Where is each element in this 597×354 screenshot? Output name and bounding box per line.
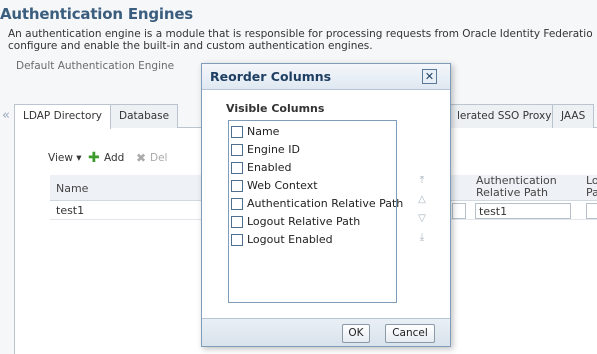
column-header-logout[interactable]: Lo Pa: [586, 175, 597, 199]
tab-label: JAAS: [561, 110, 586, 122]
delete-button: Del: [150, 152, 168, 164]
column-checkbox[interactable]: [231, 198, 243, 210]
view-menu-button[interactable]: View ▾: [48, 152, 82, 164]
cell-field[interactable]: [452, 203, 466, 219]
tab-label: lerated SSO Proxy: [457, 110, 552, 122]
column-header-name[interactable]: Name: [56, 182, 88, 195]
column-label: Engine ID: [247, 143, 300, 156]
visible-columns-label: Visible Columns: [226, 102, 325, 115]
move-up-icon: △: [418, 194, 426, 205]
column-label: Logout Relative Path: [247, 215, 361, 228]
description-line-1: An authentication engine is a module tha…: [8, 28, 593, 40]
column-label: Authentication Relative Path: [247, 197, 404, 210]
move-bottom-icon: ⤓: [419, 232, 425, 243]
delete-icon: ✖: [136, 151, 147, 165]
description-line-2: configure and enable the built-in and cu…: [8, 40, 373, 52]
tab-database[interactable]: Database: [110, 104, 179, 128]
page-description: An authentication engine is a module tha…: [8, 28, 593, 52]
cell-name: test1: [56, 204, 85, 217]
reorder-columns-dialog: Reorder Columns ✕ Visible Columns Name E…: [201, 63, 451, 347]
page-title: Authentication Engines: [0, 5, 194, 23]
add-icon[interactable]: ✚: [88, 150, 100, 166]
close-icon[interactable]: ✕: [422, 69, 437, 84]
column-label: Web Context: [247, 179, 318, 192]
tab-ldap-directory[interactable]: LDAP Directory: [14, 104, 111, 129]
column-label: Logout Enabled: [247, 233, 333, 246]
dialog-titlebar: Reorder Columns ✕: [202, 64, 450, 90]
cell-auth-relative-path[interactable]: test1: [475, 203, 571, 219]
column-checkbox[interactable]: [231, 180, 243, 192]
column-checkbox[interactable]: [231, 216, 243, 228]
cancel-button[interactable]: Cancel: [385, 324, 435, 343]
dialog-title: Reorder Columns: [210, 69, 332, 84]
cell-logout-path[interactable]: [586, 203, 597, 219]
column-checkbox[interactable]: [231, 162, 243, 174]
tab-label: Database: [119, 110, 170, 122]
move-top-icon: ⤒: [419, 175, 425, 186]
tab-federated-sso-proxy[interactable]: lerated SSO Proxy: [448, 104, 561, 128]
tab-label: LDAP Directory: [23, 110, 102, 122]
column-checkbox[interactable]: [231, 144, 243, 156]
move-down-icon: ▽: [418, 213, 426, 224]
dialog-footer: OK Cancel: [202, 318, 450, 346]
column-checkbox[interactable]: [231, 126, 243, 138]
default-engine-label: Default Authentication Engine: [16, 60, 175, 72]
add-button[interactable]: Add: [104, 152, 124, 164]
column-header-auth-relative-path[interactable]: Authentication Relative Path: [476, 175, 576, 199]
visible-columns-list[interactable]: Name Engine ID Enabled Web Context Authe…: [228, 120, 403, 303]
ok-button[interactable]: OK: [342, 324, 370, 343]
tab-jaas[interactable]: JAAS: [552, 104, 595, 128]
column-checkbox[interactable]: [231, 234, 243, 246]
column-label: Name: [247, 125, 280, 138]
column-label: Enabled: [247, 161, 292, 174]
tab-scroll-left-icon[interactable]: «: [2, 108, 10, 123]
